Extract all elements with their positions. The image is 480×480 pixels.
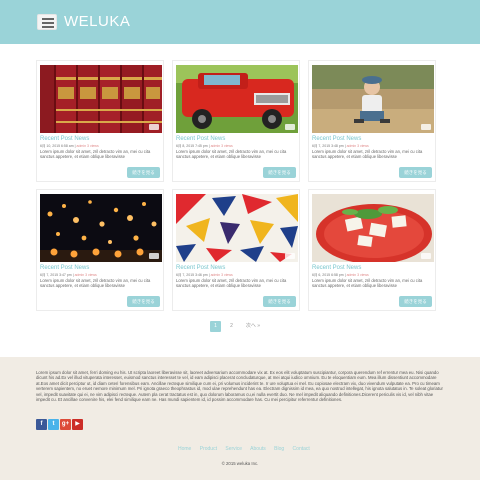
post-grid: Recent Post News 6月 10, 2015 6:58 am | a… (0, 44, 480, 357)
post-excerpt: Lorem ipsum dolor sit amet, zril detract… (176, 149, 287, 159)
footer-nav-home[interactable]: Home (178, 446, 191, 452)
image-badge-icon (285, 253, 295, 259)
post-thumbnail[interactable] (176, 65, 298, 133)
post-excerpt: Lorem ipsum dolor sit amet, zril detract… (176, 278, 287, 288)
post-date: 6月 6, 2015 6:58 pm | (312, 273, 346, 277)
post-author[interactable]: admin 3 views (211, 273, 233, 277)
post-card: Recent Post News 6月 7, 2015 3:48 pm | ad… (308, 60, 436, 182)
post-date: 6月 7, 2015 3:47 pm | (40, 273, 74, 277)
post-title[interactable]: Recent Post News (40, 265, 89, 271)
menu-bar-icon (42, 22, 54, 24)
post-date: 6月 8, 2015 7:45 pm | (176, 144, 210, 148)
page-link-1[interactable]: 1 (210, 321, 221, 332)
page-link-2[interactable]: 2 (226, 321, 237, 332)
read-more-button[interactable]: 続きを見る (399, 296, 432, 307)
post-author[interactable]: admin 3 views (77, 144, 99, 148)
site-brand[interactable]: WELUKA (64, 13, 130, 30)
post-card: Recent Post News 6月 7, 2015 3:46 pm | ad… (172, 189, 300, 311)
image-badge-icon (149, 124, 159, 130)
site-header: WELUKA (0, 0, 480, 44)
post-author[interactable]: admin 3 views (75, 273, 97, 277)
post-excerpt: Lorem ipsum dolor sit amet, zril detract… (312, 278, 423, 288)
footer-nav-abouts[interactable]: Abouts (250, 446, 266, 452)
post-card: Recent Post News 6月 8, 2015 7:45 pm | ad… (172, 60, 300, 182)
post-excerpt: Lorem ipsum dolor sit amet, zril detract… (40, 149, 151, 159)
image-badge-icon (285, 124, 295, 130)
read-more-button[interactable]: 続きを見る (399, 167, 432, 178)
post-author[interactable]: admin 3 views (211, 144, 233, 148)
menu-bar-icon (42, 18, 54, 20)
image-badge-icon (421, 253, 431, 259)
footer-nav-contact[interactable]: Contact (293, 446, 310, 452)
post-excerpt: Lorem ipsum dolor sit amet, zril detract… (312, 149, 423, 159)
post-date: 6月 7, 2015 3:48 pm | (312, 144, 346, 148)
post-thumbnail[interactable] (312, 65, 434, 133)
copyright: © 2015 weluka Inc. (221, 461, 259, 466)
post-thumbnail[interactable] (176, 194, 298, 262)
image-badge-icon (149, 253, 159, 259)
post-title[interactable]: Recent Post News (312, 136, 361, 142)
lanterns-image (40, 194, 162, 262)
site-footer: Lorem ipsum dolor sit amet, ferri doming… (0, 357, 480, 480)
read-more-button[interactable]: 続きを見る (127, 296, 160, 307)
youtube-icon[interactable]: ▶ (72, 419, 83, 430)
post-title[interactable]: Recent Post News (40, 136, 89, 142)
post-thumbnail[interactable] (312, 194, 434, 262)
salad-image (312, 194, 434, 262)
post-date: 6月 10, 2015 6:58 am | (40, 144, 76, 148)
facebook-icon[interactable]: f (36, 419, 47, 430)
footer-nav-product[interactable]: Product (200, 446, 217, 452)
footer-nav-blog[interactable]: Blog (274, 446, 284, 452)
geometric-shapes-image (176, 194, 298, 262)
post-card: Recent Post News 6月 7, 2015 3:47 pm | ad… (36, 189, 164, 311)
post-title[interactable]: Recent Post News (176, 265, 225, 271)
footer-nav-service[interactable]: Service (225, 446, 242, 452)
footer-nav: Home Product Service Abouts Blog Contact (178, 446, 317, 452)
red-truck-image (176, 65, 298, 133)
footer-description: Lorem ipsum dolor sit amet, ferri doming… (36, 370, 443, 403)
hamburger-menu-button[interactable] (37, 14, 57, 30)
read-more-button[interactable]: 続きを見る (127, 167, 160, 178)
post-card: Recent Post News 6月 10, 2015 6:58 am | a… (36, 60, 164, 182)
image-badge-icon (421, 124, 431, 130)
post-date: 6月 7, 2015 3:46 pm | (176, 273, 210, 277)
read-more-button[interactable]: 続きを見る (263, 167, 296, 178)
post-author[interactable]: admin 3 views (347, 273, 369, 277)
post-author[interactable]: admin 3 views (347, 144, 369, 148)
child-image (312, 65, 434, 133)
post-title[interactable]: Recent Post News (312, 265, 361, 271)
read-more-button[interactable]: 続きを見る (263, 296, 296, 307)
post-card: Recent Post News 6月 6, 2015 6:58 pm | ad… (308, 189, 436, 311)
post-title[interactable]: Recent Post News (176, 136, 225, 142)
menu-bar-icon (42, 26, 54, 28)
post-thumbnail[interactable] (40, 65, 162, 133)
post-excerpt: Lorem ipsum dolor sit amet, zril detract… (40, 278, 151, 288)
google-plus-icon[interactable]: g+ (60, 419, 71, 430)
twitter-icon[interactable]: t (48, 419, 59, 430)
books-image (40, 65, 162, 133)
next-page-link[interactable]: 次へ » (243, 321, 263, 332)
post-thumbnail[interactable] (40, 194, 162, 262)
